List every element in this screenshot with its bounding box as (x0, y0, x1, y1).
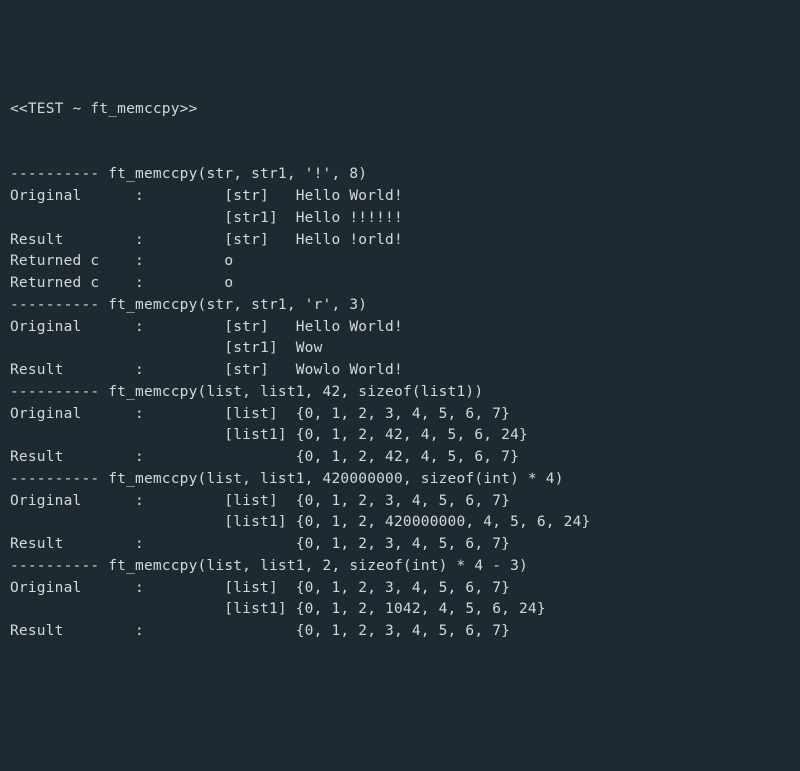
output-row: Original : [list] {0, 1, 2, 3, 4, 5, 6, … (10, 404, 790, 426)
output-row: Original : [list] {0, 1, 2, 3, 4, 5, 6, … (10, 491, 790, 513)
output-row: [list1] {0, 1, 2, 42, 4, 5, 6, 24} (10, 425, 790, 447)
output-row: Result : {0, 1, 2, 3, 4, 5, 6, 7} (10, 534, 790, 556)
output-row: Original : [str] Hello World! (10, 317, 790, 339)
test-call-line: ---------- ft_memccpy(str, str1, '!', 8) (10, 164, 790, 186)
output-row: Returned c : o (10, 251, 790, 273)
test-call-line: ---------- ft_memccpy(list, list1, 42000… (10, 469, 790, 491)
output-row: [str1] Wow (10, 338, 790, 360)
output-row: Result : [str] Wowlo World! (10, 360, 790, 382)
output-row: Returned c : o (10, 273, 790, 295)
output-row: Result : {0, 1, 2, 42, 4, 5, 6, 7} (10, 447, 790, 469)
output-row: [str1] Hello !!!!!! (10, 208, 790, 230)
test-call-line: ---------- ft_memccpy(str, str1, 'r', 3) (10, 295, 790, 317)
output-row: [list1] {0, 1, 2, 1042, 4, 5, 6, 24} (10, 599, 790, 621)
output-row: Original : [list] {0, 1, 2, 3, 4, 5, 6, … (10, 578, 790, 600)
test-call-line: ---------- ft_memccpy(list, list1, 42, s… (10, 382, 790, 404)
output-row: [list1] {0, 1, 2, 420000000, 4, 5, 6, 24… (10, 512, 790, 534)
test-header: <<TEST ~ ft_memccpy>> (10, 99, 790, 121)
output-row: Original : [str] Hello World! (10, 186, 790, 208)
output-row: Result : {0, 1, 2, 3, 4, 5, 6, 7} (10, 621, 790, 643)
output-row: Result : [str] Hello !orld! (10, 230, 790, 252)
terminal-output: ---------- ft_memccpy(str, str1, '!', 8)… (10, 164, 790, 643)
test-call-line: ---------- ft_memccpy(list, list1, 2, si… (10, 556, 790, 578)
